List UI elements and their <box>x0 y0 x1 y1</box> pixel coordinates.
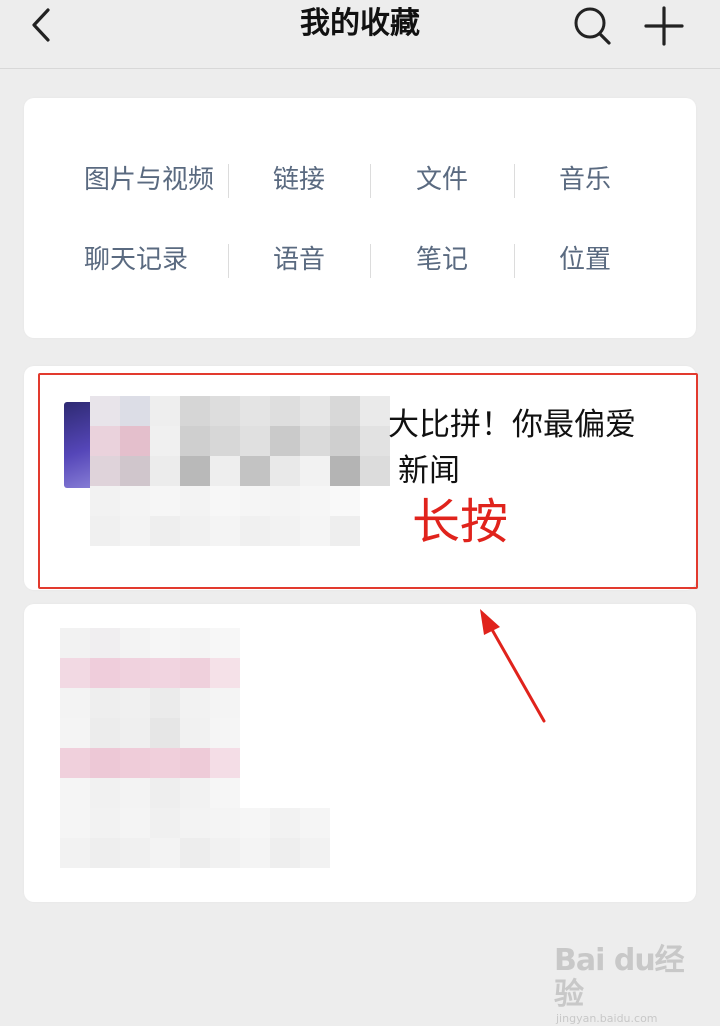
category-location[interactable]: 位置 <box>515 240 655 280</box>
category-notes[interactable]: 笔记 <box>372 240 512 280</box>
category-filter-card: 图片与视频 链接 文件 音乐 聊天记录 语音 笔记 位置 <box>24 98 696 338</box>
annotation-arrow-icon <box>480 609 546 723</box>
category-music[interactable]: 音乐 <box>515 160 655 200</box>
highlight-box <box>38 373 698 589</box>
search-icon <box>574 7 611 45</box>
search-button[interactable] <box>570 4 614 48</box>
watermark-logo: Bai du经验 <box>554 943 685 1012</box>
watermark-url: jingyan.baidu.com <box>556 1012 658 1025</box>
category-voice[interactable]: 语音 <box>229 240 369 280</box>
add-button[interactable] <box>640 2 688 50</box>
divider <box>370 244 371 278</box>
favorite-item[interactable] <box>24 604 696 902</box>
plus-icon <box>644 6 684 46</box>
blurred-content <box>60 628 380 888</box>
top-bar: 我的收藏 <box>0 0 720 69</box>
divider <box>370 164 371 198</box>
category-links[interactable]: 链接 <box>229 160 369 200</box>
category-files[interactable]: 文件 <box>372 160 512 200</box>
watermark: Bai du经验 jingyan.baidu.com <box>554 944 704 1026</box>
